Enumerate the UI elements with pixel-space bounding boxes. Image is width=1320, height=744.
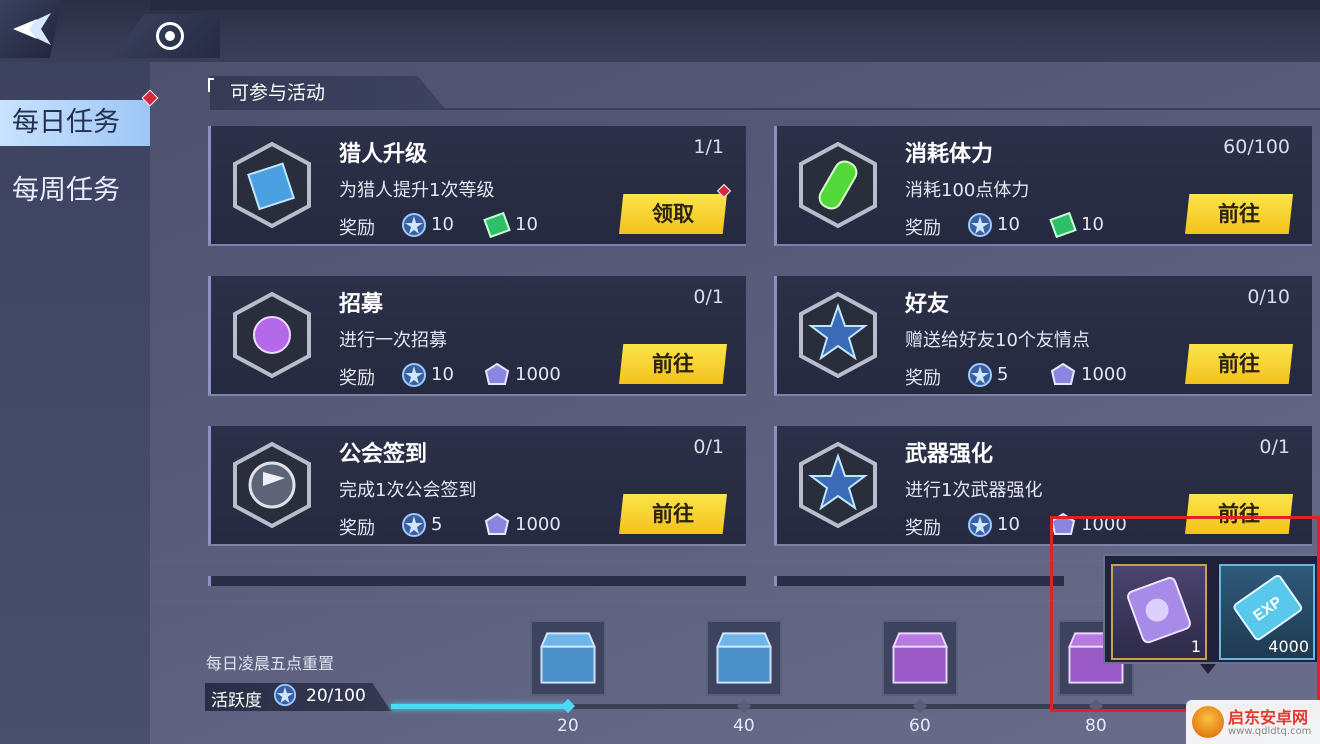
reward-label: 奖励 (339, 368, 375, 389)
activity-label: 活跃度 (211, 691, 262, 711)
activity-star-icon (273, 683, 297, 707)
task-title: 武器强化 (905, 442, 994, 467)
activity-star-icon (968, 513, 992, 537)
reward-label: 奖励 (339, 518, 375, 539)
chest-icon (540, 632, 596, 684)
task-progress: 0/1 (693, 286, 724, 308)
reward-item-value: 1000 (515, 514, 561, 535)
chest-60[interactable] (882, 620, 958, 696)
task-description: 赠送给好友10个友情点 (905, 330, 1090, 351)
watermark-name: 启东安卓网 (1228, 708, 1309, 727)
chest-icon (892, 632, 948, 684)
section-corner (208, 78, 214, 92)
reward-item-value: 1000 (1081, 364, 1127, 385)
star-badge-icon (795, 441, 881, 529)
activity-star-icon (968, 363, 992, 387)
task-description: 完成1次公会签到 (339, 480, 477, 501)
star-badge-icon (795, 291, 881, 379)
task-card: 招募 0/1 进行一次招募 奖励 10 1000 前往 (208, 276, 746, 396)
book-icon (229, 141, 315, 229)
section-title: 可参与活动 (210, 76, 446, 110)
tab-weekly-tasks[interactable]: 每周任务 (0, 168, 150, 214)
reward-activity-value: 10 (997, 514, 1020, 535)
milestone-marker (912, 698, 928, 714)
task-card: 猎人升级 1/1 为猎人提升1次等级 奖励 10 10 领取 (208, 126, 746, 246)
task-progress: 0/1 (1259, 436, 1290, 458)
milestone-marker (560, 698, 576, 714)
activity-star-icon (402, 213, 426, 237)
reward-label: 奖励 (905, 218, 941, 239)
task-progress: 1/1 (693, 136, 724, 158)
task-title: 招募 (339, 292, 384, 317)
reset-notice: 每日凌晨五点重置 (206, 654, 335, 673)
milestone-marker (736, 698, 752, 714)
crystal-icon (484, 362, 510, 385)
milestone-label: 40 (733, 716, 755, 736)
back-arrow-icon (13, 13, 51, 45)
flag-icon (229, 441, 315, 529)
home-icon (156, 22, 184, 50)
reward-activity-value: 5 (431, 514, 443, 535)
reward-item-value: 10 (1081, 214, 1104, 235)
highlight-frame (1050, 516, 1320, 712)
task-card-partial (774, 576, 1064, 586)
reward-activity-value: 5 (997, 364, 1009, 385)
crystal-icon (1050, 362, 1076, 385)
potion-icon (795, 141, 881, 229)
go-button[interactable]: 前往 (619, 344, 727, 384)
ticket-icon (1049, 212, 1077, 238)
task-progress: 0/10 (1247, 286, 1290, 308)
task-description: 为猎人提升1次等级 (339, 180, 495, 201)
reward-activity-value: 10 (997, 214, 1020, 235)
go-button[interactable]: 前往 (1185, 194, 1293, 234)
task-title: 消耗体力 (905, 142, 994, 167)
section-divider (440, 108, 1320, 110)
task-card-partial (208, 576, 746, 586)
task-description: 进行一次招募 (339, 330, 447, 351)
reward-label: 奖励 (905, 518, 941, 539)
sidebar: 每日任务 每周任务 (0, 62, 159, 744)
reward-label: 奖励 (339, 218, 375, 239)
chest-40[interactable] (706, 620, 782, 696)
task-title: 猎人升级 (339, 142, 428, 167)
reward-item-value: 10 (515, 214, 538, 235)
puzzle-icon (229, 291, 315, 379)
milestone-label: 20 (557, 716, 579, 736)
reward-activity-value: 10 (431, 364, 454, 385)
task-description: 消耗100点体力 (905, 180, 1030, 201)
task-title: 公会签到 (339, 442, 428, 467)
activity-star-icon (402, 513, 426, 537)
milestone-label: 60 (909, 716, 931, 736)
go-button[interactable]: 前往 (619, 494, 727, 534)
tab-daily-tasks[interactable]: 每日任务 (0, 100, 150, 146)
watermark-logo-icon (1192, 706, 1224, 738)
milestone-label: 80 (1085, 716, 1107, 736)
task-description: 进行1次武器强化 (905, 480, 1043, 501)
task-card: 消耗体力 60/100 消耗100点体力 奖励 10 10 前往 (774, 126, 1312, 246)
activity-star-icon (402, 363, 426, 387)
crystal-icon (484, 512, 510, 535)
task-card: 好友 0/10 赠送给好友10个友情点 奖励 5 1000 前往 (774, 276, 1312, 396)
activity-star-icon (968, 213, 992, 237)
activity-value: 20/100 (306, 686, 366, 706)
reward-item-value: 1000 (515, 364, 561, 385)
chest-icon (716, 632, 772, 684)
chest-20[interactable] (530, 620, 606, 696)
reward-label: 奖励 (905, 368, 941, 389)
task-card: 公会签到 0/1 完成1次公会签到 奖励 5 1000 前往 (208, 426, 746, 546)
activity-progress-fill (391, 704, 567, 709)
top-bar-stripe (150, 0, 1320, 10)
go-button[interactable]: 前往 (1185, 344, 1293, 384)
task-title: 好友 (905, 292, 950, 317)
task-progress: 60/100 (1223, 136, 1290, 158)
watermark-url: www.qdldtq.com (1228, 726, 1312, 737)
claim-button[interactable]: 领取 (619, 194, 727, 234)
ticket-icon (483, 212, 511, 238)
reward-activity-value: 10 (431, 214, 454, 235)
task-progress: 0/1 (693, 436, 724, 458)
